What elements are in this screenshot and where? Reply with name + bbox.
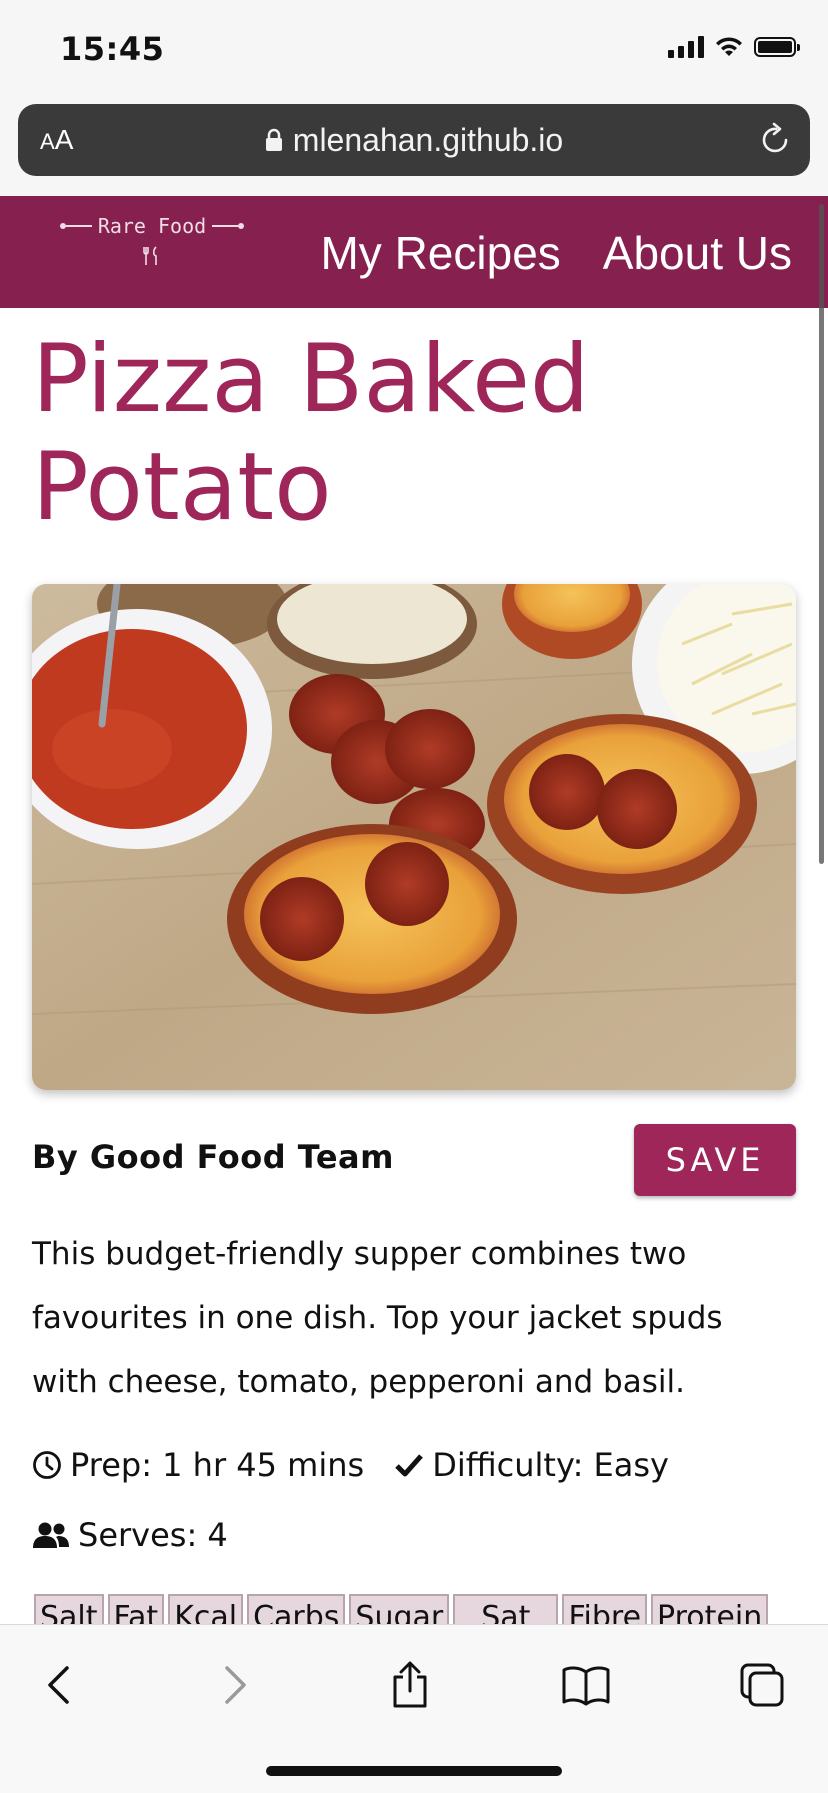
url-text: mlenahan.github.io	[292, 122, 564, 158]
nav-my-recipes[interactable]: My Recipes	[320, 226, 560, 280]
recipe-serves-row: Serves: 4	[32, 1516, 228, 1554]
forward-icon	[225, 1666, 246, 1704]
wifi-icon	[716, 37, 742, 56]
status-icons	[668, 36, 800, 58]
fork-knife-icon	[143, 246, 157, 265]
lock-icon	[265, 128, 282, 151]
serves: Serves: 4	[78, 1516, 228, 1554]
battery-icon	[754, 37, 800, 57]
reload-icon[interactable]	[760, 122, 792, 156]
address-bar[interactable]: AA mlenahan.github.io	[18, 104, 810, 176]
status-bar: 15:45	[0, 0, 828, 100]
users-icon	[33, 1522, 69, 1548]
status-time: 15:45	[60, 30, 165, 68]
tabs-icon	[740, 1663, 784, 1707]
nav-about-us[interactable]: About Us	[603, 226, 792, 280]
recipe-author: By Good Food Team	[32, 1138, 394, 1176]
home-indicator	[266, 1766, 562, 1776]
check-icon	[395, 1454, 424, 1477]
difficulty: Difficulty: Easy	[432, 1446, 669, 1484]
prep-time: Prep: 1 hr 45 mins	[70, 1446, 365, 1484]
url-display[interactable]: mlenahan.github.io	[18, 122, 810, 159]
recipe-title: Pizza Baked Potato	[32, 325, 590, 542]
site-logo[interactable]: Rare Food	[52, 214, 252, 271]
save-button[interactable]: SAVE	[634, 1124, 796, 1196]
bookmarks-button[interactable]	[556, 1655, 616, 1715]
browser-chrome: AA mlenahan.github.io	[0, 100, 828, 196]
logo-text: Rare Food	[97, 214, 207, 238]
share-button[interactable]	[380, 1655, 440, 1715]
site-header: Rare Food My Recipes About Us	[0, 196, 828, 308]
main-nav: My Recipes About Us	[320, 226, 792, 280]
back-icon	[48, 1666, 69, 1704]
cellular-signal-icon	[668, 36, 704, 58]
page-scroll-indicator	[819, 204, 824, 864]
tabs-button[interactable]	[732, 1655, 792, 1715]
share-icon	[393, 1661, 427, 1708]
forward-button[interactable]	[206, 1655, 266, 1715]
back-button[interactable]	[28, 1655, 88, 1715]
recipe-meta-row: Prep: 1 hr 45 mins Difficulty: Easy	[32, 1446, 669, 1484]
bookmarks-icon	[562, 1666, 610, 1706]
recipe-image	[32, 584, 796, 1090]
clock-icon	[33, 1451, 61, 1479]
recipe-description: This budget-friendly supper combines two…	[32, 1236, 723, 1400]
